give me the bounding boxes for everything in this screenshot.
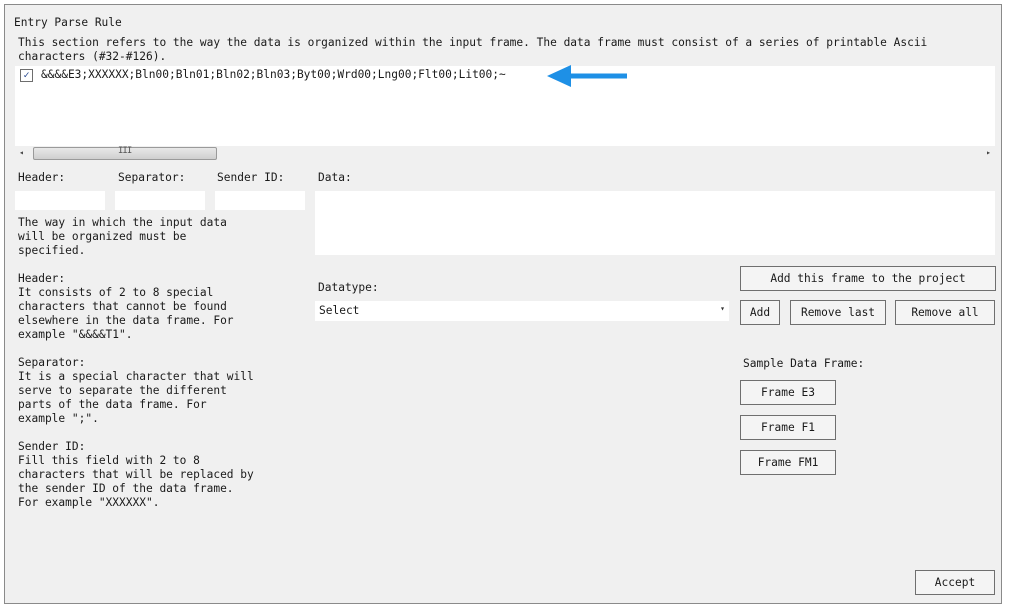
remove-all-button[interactable]: Remove all	[895, 300, 995, 325]
frame-fm1-button[interactable]: Frame FM1	[740, 450, 836, 475]
frame-e3-button[interactable]: Frame E3	[740, 380, 836, 405]
help-separator-title: Separator:	[18, 356, 86, 369]
accept-button[interactable]: Accept	[915, 570, 995, 595]
help-sender-id-title: Sender ID:	[18, 440, 86, 453]
help-header-title: Header:	[18, 272, 66, 285]
section-description: This section refers to the way the data …	[18, 36, 928, 63]
data-label: Data:	[318, 171, 352, 184]
frame-f1-button[interactable]: Frame F1	[740, 415, 836, 440]
header-label: Header:	[18, 171, 66, 184]
help-intro: The way in which the input data will be …	[18, 216, 227, 257]
rule-text: &&&&E3;XXXXXX;Bln00;Bln01;Bln02;Bln03;By…	[41, 68, 506, 81]
help-separator-body: It is a special character that will serv…	[18, 370, 254, 425]
chevron-down-icon[interactable]: ▾	[720, 304, 725, 313]
datatype-selected-value: Select	[319, 304, 360, 317]
header-input[interactable]	[15, 191, 105, 210]
help-sender-id-body: Fill this field with 2 to 8 characters t…	[18, 454, 254, 509]
datatype-label: Datatype:	[318, 281, 379, 294]
sender-id-input[interactable]	[215, 191, 305, 210]
entry-parse-rule-panel: Entry Parse Rule This section refers to …	[4, 4, 1002, 604]
add-frame-to-project-button[interactable]: Add this frame to the project	[740, 266, 996, 291]
arrow-left-icon	[547, 65, 627, 87]
rule-checkbox[interactable]: ✓	[20, 69, 33, 82]
sender-id-label: Sender ID:	[217, 171, 285, 184]
group-title: Entry Parse Rule	[14, 16, 122, 29]
separator-input[interactable]	[115, 191, 205, 210]
sample-data-frame-label: Sample Data Frame:	[743, 357, 865, 370]
help-header-body: It consists of 2 to 8 special characters…	[18, 286, 234, 341]
parse-rule-list[interactable]: ✓ &&&&E3;XXXXXX;Bln00;Bln01;Bln02;Bln03;…	[15, 66, 995, 146]
horizontal-scrollbar[interactable]: ◂ III ▸	[15, 146, 995, 160]
data-input[interactable]	[315, 191, 995, 255]
scroll-left-icon[interactable]: ◂	[19, 146, 24, 160]
scroll-right-icon[interactable]: ▸	[986, 146, 991, 160]
add-button[interactable]: Add	[740, 300, 780, 325]
grip-icon: III	[118, 146, 132, 156]
scroll-thumb[interactable]: III	[33, 146, 217, 160]
remove-last-button[interactable]: Remove last	[790, 300, 886, 325]
separator-label: Separator:	[118, 171, 186, 184]
datatype-select[interactable]: Select ▾	[315, 301, 729, 321]
